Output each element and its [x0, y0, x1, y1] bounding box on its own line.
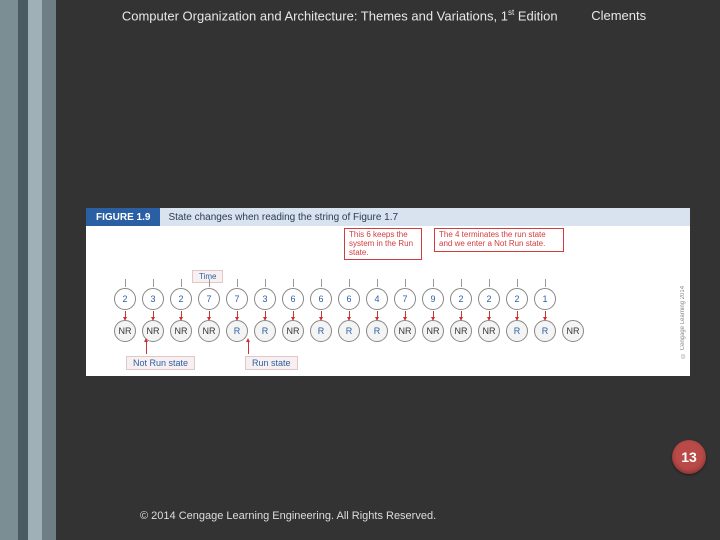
legend-arrow-notrun	[146, 342, 147, 354]
value-circle: 1	[534, 288, 556, 310]
slide-header: Computer Organization and Architecture: …	[68, 8, 700, 23]
state-circle: NR	[198, 320, 220, 342]
figure-legend: Not Run state Run state	[126, 356, 298, 370]
state-circle: R	[254, 320, 276, 342]
value-circle: 7	[198, 288, 220, 310]
state-circle: NR	[282, 320, 304, 342]
value-circle: 6	[338, 288, 360, 310]
value-circle: 2	[450, 288, 472, 310]
state-circle: R	[366, 320, 388, 342]
state-circle: R	[338, 320, 360, 342]
value-circle: 3	[142, 288, 164, 310]
value-circle: 2	[114, 288, 136, 310]
value-circle: 6	[282, 288, 304, 310]
copyright-line: © 2014 Cengage Learning Engineering. All…	[140, 510, 436, 522]
value-circle: 9	[422, 288, 444, 310]
callout-keeps-run: This 6 keeps the system in the Run state…	[344, 228, 422, 260]
figure-title-bar: FIGURE 1.9 State changes when reading th…	[86, 208, 690, 226]
state-circle: NR	[422, 320, 444, 342]
legend-run: Run state	[245, 356, 298, 370]
legend-not-run: Not Run state	[126, 356, 195, 370]
state-row: NRNRNRNRRRNRRRRNRNRNRNRRRNR	[114, 320, 670, 342]
figure-caption: State changes when reading the string of…	[160, 208, 690, 226]
value-circle: 4	[366, 288, 388, 310]
figure-credit: © Cengage Learning 2014	[680, 238, 686, 358]
state-circle: NR	[114, 320, 136, 342]
value-circle: 6	[310, 288, 332, 310]
time-label: Time	[192, 270, 223, 283]
callout-terminates-run: The 4 terminates the run state and we en…	[434, 228, 564, 252]
state-circle: NR	[170, 320, 192, 342]
value-circle: 2	[506, 288, 528, 310]
state-circle: NR	[562, 320, 584, 342]
input-value-row: 2327736664792221	[114, 288, 670, 310]
figure-callouts: This 6 keeps the system in the Run state…	[86, 228, 690, 268]
state-circle: R	[534, 320, 556, 342]
book-title-suffix: Edition	[514, 8, 557, 23]
figure-1-9: FIGURE 1.9 State changes when reading th…	[86, 208, 690, 376]
state-circle: R	[506, 320, 528, 342]
figure-label: FIGURE 1.9	[86, 208, 160, 226]
state-circle: NR	[394, 320, 416, 342]
value-circle: 7	[394, 288, 416, 310]
state-circle: NR	[478, 320, 500, 342]
page-number-badge: 13	[672, 440, 706, 474]
state-circle: R	[310, 320, 332, 342]
state-circle: R	[226, 320, 248, 342]
value-circle: 7	[226, 288, 248, 310]
book-author: Clements	[561, 8, 646, 23]
legend-arrow-run	[248, 342, 249, 354]
value-circle: 2	[170, 288, 192, 310]
value-circle: 2	[478, 288, 500, 310]
book-title-prefix: Computer Organization and Architecture: …	[122, 8, 508, 23]
slide-content: Computer Organization and Architecture: …	[56, 0, 720, 540]
slide: Computer Organization and Architecture: …	[0, 0, 720, 540]
decorative-stripes	[0, 0, 56, 540]
state-circle: NR	[450, 320, 472, 342]
value-circle: 3	[254, 288, 276, 310]
